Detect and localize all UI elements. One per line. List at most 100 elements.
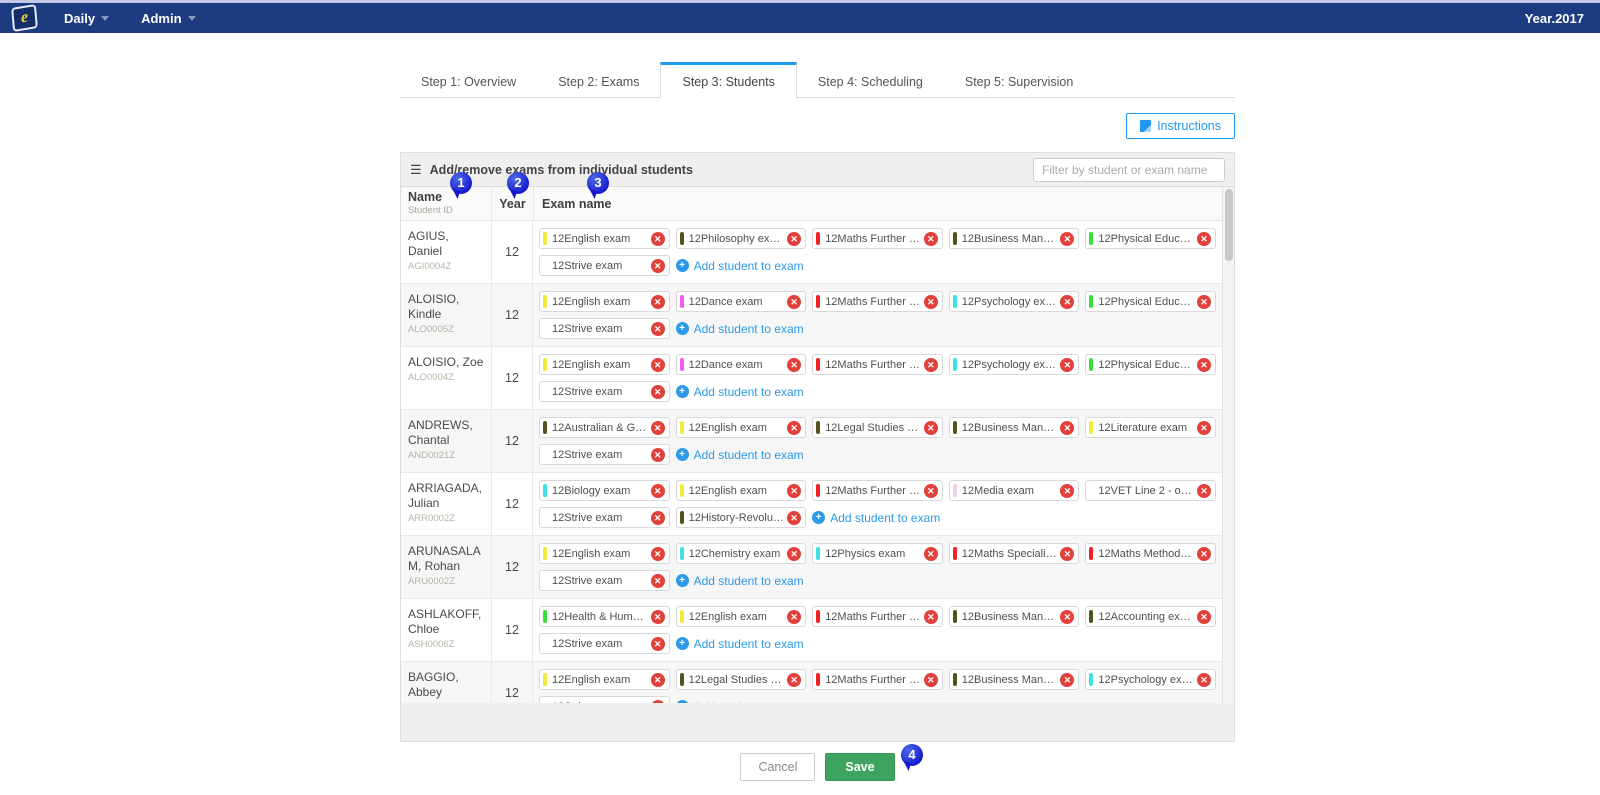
remove-exam-button[interactable]: ✕ xyxy=(651,448,665,462)
column-header-exam[interactable]: Exam name xyxy=(533,187,1222,220)
exam-chip-label: 12Dance exam xyxy=(689,296,785,308)
remove-exam-button[interactable]: ✕ xyxy=(651,637,665,651)
exam-chip-label: 12Strive exam xyxy=(552,260,648,272)
menu-daily[interactable]: Daily xyxy=(48,3,125,33)
remove-exam-button[interactable]: ✕ xyxy=(924,610,938,624)
remove-exam-button[interactable]: ✕ xyxy=(651,295,665,309)
exam-chip-label: 12History-Revoluti... xyxy=(689,512,785,524)
add-student-to-exam-link[interactable]: +Add student to exam xyxy=(676,696,807,703)
exam-chip-label: 12Business Manage... xyxy=(962,422,1058,434)
remove-exam-button[interactable]: ✕ xyxy=(924,421,938,435)
remove-exam-button[interactable]: ✕ xyxy=(1197,610,1211,624)
tab-step-1-overview[interactable]: Step 1: Overview xyxy=(400,62,537,99)
remove-exam-button[interactable]: ✕ xyxy=(1060,295,1074,309)
student-row: BAGGIO, AbbeyBAG0005Z1212English exam✕12… xyxy=(401,662,1234,703)
remove-exam-button[interactable]: ✕ xyxy=(924,358,938,372)
remove-exam-button[interactable]: ✕ xyxy=(1197,484,1211,498)
tab-step-2-exams[interactable]: Step 2: Exams xyxy=(537,62,660,99)
remove-exam-button[interactable]: ✕ xyxy=(651,232,665,246)
exam-chip-label: 12Physics exam xyxy=(825,548,921,560)
remove-exam-button[interactable]: ✕ xyxy=(1060,421,1074,435)
remove-exam-button[interactable]: ✕ xyxy=(651,421,665,435)
remove-exam-button[interactable]: ✕ xyxy=(1197,232,1211,246)
exam-chip-label: 12English exam xyxy=(689,485,785,497)
scrollbar-thumb[interactable] xyxy=(1225,189,1233,261)
exam-chip: 12Strive exam✕ xyxy=(539,255,670,276)
remove-exam-button[interactable]: ✕ xyxy=(1197,295,1211,309)
remove-exam-button[interactable]: ✕ xyxy=(787,511,801,525)
remove-exam-button[interactable]: ✕ xyxy=(787,484,801,498)
remove-exam-button[interactable]: ✕ xyxy=(651,547,665,561)
remove-exam-button[interactable]: ✕ xyxy=(1060,673,1074,687)
exam-chip: 12Physical Educatio..✕ xyxy=(1085,354,1216,375)
exam-chip: 12Philosophy exam✕ xyxy=(676,228,807,249)
remove-exam-button[interactable]: ✕ xyxy=(787,421,801,435)
remove-exam-button[interactable]: ✕ xyxy=(1060,484,1074,498)
remove-exam-button[interactable]: ✕ xyxy=(787,358,801,372)
remove-exam-button[interactable]: ✕ xyxy=(787,547,801,561)
remove-exam-button[interactable]: ✕ xyxy=(924,673,938,687)
add-icon: + xyxy=(676,700,689,703)
remove-exam-button[interactable]: ✕ xyxy=(651,385,665,399)
add-student-to-exam-link[interactable]: +Add student to exam xyxy=(676,570,807,591)
remove-exam-button[interactable]: ✕ xyxy=(787,610,801,624)
add-student-to-exam-link[interactable]: +Add student to exam xyxy=(812,507,943,528)
tab-step-4-scheduling[interactable]: Step 4: Scheduling xyxy=(797,62,944,99)
add-student-to-exam-link[interactable]: +Add student to exam xyxy=(676,633,807,654)
instructions-button[interactable]: Instructions xyxy=(1126,113,1235,139)
remove-exam-button[interactable]: ✕ xyxy=(651,700,665,704)
column-header-name[interactable]: Name Student ID xyxy=(401,187,491,220)
tab-step-3-students[interactable]: Step 3: Students xyxy=(660,62,796,99)
filter-input[interactable] xyxy=(1033,158,1225,182)
remove-exam-button[interactable]: ✕ xyxy=(924,295,938,309)
remove-exam-button[interactable]: ✕ xyxy=(1197,421,1211,435)
exam-chip: 12English exam✕ xyxy=(539,354,670,375)
remove-exam-button[interactable]: ✕ xyxy=(787,232,801,246)
remove-exam-button[interactable]: ✕ xyxy=(1197,358,1211,372)
remove-exam-button[interactable]: ✕ xyxy=(651,358,665,372)
exam-chip: 12Legal Studies exam✕ xyxy=(676,669,807,690)
remove-exam-button[interactable]: ✕ xyxy=(924,232,938,246)
app-logo[interactable]: e xyxy=(0,6,48,30)
footer-buttons: Cancel Save xyxy=(400,753,1235,781)
exam-chip-label: 12Strive exam xyxy=(552,638,648,650)
remove-exam-button[interactable]: ✕ xyxy=(1060,547,1074,561)
remove-exam-button[interactable]: ✕ xyxy=(924,484,938,498)
save-button[interactable]: Save xyxy=(825,753,894,781)
exam-chip-label: 12Media exam xyxy=(962,485,1058,497)
vertical-scrollbar[interactable] xyxy=(1222,187,1234,703)
remove-exam-button[interactable]: ✕ xyxy=(1060,358,1074,372)
student-year: 12 xyxy=(491,284,533,346)
remove-exam-button[interactable]: ✕ xyxy=(651,610,665,624)
menu-admin[interactable]: Admin xyxy=(125,3,211,33)
exam-chip: 12Media exam✕ xyxy=(949,480,1080,501)
student-name-cell: ALOISIO, KindleALO0005Z xyxy=(401,284,491,346)
remove-exam-button[interactable]: ✕ xyxy=(651,673,665,687)
remove-exam-button[interactable]: ✕ xyxy=(924,547,938,561)
exam-chip-label: 12Business Manage... xyxy=(962,674,1058,686)
add-student-to-exam-link[interactable]: +Add student to exam xyxy=(676,255,807,276)
remove-exam-button[interactable]: ✕ xyxy=(1060,232,1074,246)
remove-exam-button[interactable]: ✕ xyxy=(787,295,801,309)
exam-chip: 12English exam✕ xyxy=(539,291,670,312)
add-student-to-exam-link[interactable]: +Add student to exam xyxy=(676,444,807,465)
student-row: ALOISIO, KindleALO0005Z12 12English exam✕… xyxy=(401,284,1234,347)
remove-exam-button[interactable]: ✕ xyxy=(651,484,665,498)
exam-chip: 12Chemistry exam✕ xyxy=(676,543,807,564)
remove-exam-button[interactable]: ✕ xyxy=(651,511,665,525)
remove-exam-button[interactable]: ✕ xyxy=(651,259,665,273)
tab-step-5-supervision[interactable]: Step 5: Supervision xyxy=(944,62,1094,99)
remove-exam-button[interactable]: ✕ xyxy=(1060,610,1074,624)
remove-exam-button[interactable]: ✕ xyxy=(787,673,801,687)
exam-chip-label: 12Psychology exam xyxy=(962,359,1058,371)
remove-exam-button[interactable]: ✕ xyxy=(1197,673,1211,687)
add-student-to-exam-link[interactable]: +Add student to exam xyxy=(676,318,807,339)
remove-exam-button[interactable]: ✕ xyxy=(1197,547,1211,561)
add-student-to-exam-link[interactable]: +Add student to exam xyxy=(676,381,807,402)
add-icon: + xyxy=(676,259,689,272)
exam-chip: 12Australian & Glob..✕ xyxy=(539,417,670,438)
cancel-button[interactable]: Cancel xyxy=(740,753,815,781)
remove-exam-button[interactable]: ✕ xyxy=(651,322,665,336)
annotation-marker-2: 2 xyxy=(507,172,529,194)
remove-exam-button[interactable]: ✕ xyxy=(651,574,665,588)
